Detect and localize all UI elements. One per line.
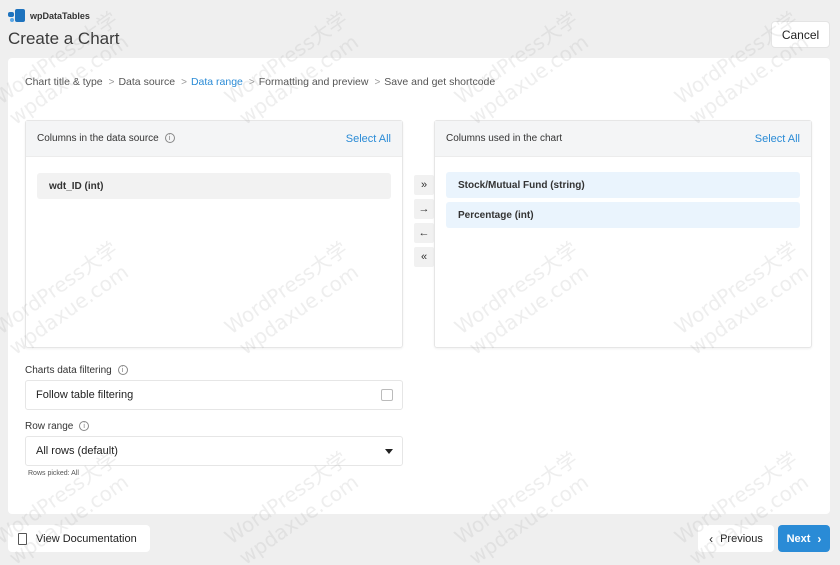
breadcrumb: Chart title & type > Data source > Data … [25, 76, 495, 88]
info-icon[interactable]: i [164, 133, 175, 144]
source-column-item[interactable]: wdt_ID (int) [37, 173, 391, 199]
view-documentation-label: View Documentation [36, 532, 137, 545]
chart-panel-header: Columns used in the chart Select All [435, 121, 811, 157]
follow-table-filtering-field[interactable]: Follow table filtering [25, 380, 403, 410]
source-panel-title: Columns in the data source [37, 133, 159, 144]
rows-picked-hint: Rows picked: All [28, 470, 79, 477]
wizard-card: Chart title & type > Data source > Data … [8, 58, 830, 514]
logo-text: wpDataTables [30, 11, 90, 21]
step-formatting-preview[interactable]: Formatting and preview [259, 76, 369, 88]
remove-all-columns-button[interactable]: « [414, 247, 434, 267]
source-select-all-link[interactable]: Select All [346, 133, 391, 145]
filtering-label: Charts data filtering [25, 365, 112, 376]
caret-down-icon [385, 448, 393, 454]
remove-column-button[interactable]: ← [414, 223, 434, 243]
row-range-label-row: Row range i [25, 421, 90, 432]
chevron-right-icon: > [374, 76, 381, 88]
chart-panel-title: Columns used in the chart [446, 133, 563, 144]
step-data-range[interactable]: Data range [191, 76, 243, 88]
row-range-selected-value: All rows (default) [36, 445, 118, 457]
chart-column-item[interactable]: Stock/Mutual Fund (string) [446, 172, 800, 198]
document-icon [18, 532, 27, 545]
cancel-button[interactable]: Cancel [771, 21, 830, 48]
chevron-left-icon: ‹ [709, 531, 714, 546]
step-save-shortcode[interactable]: Save and get shortcode [384, 76, 495, 88]
next-label: Next [786, 532, 811, 545]
info-icon[interactable]: i [79, 421, 90, 432]
add-all-columns-button[interactable]: » [414, 175, 434, 195]
wpdatatables-logo-icon [8, 9, 26, 23]
chevron-right-icon: > [108, 76, 115, 88]
next-button[interactable]: Next › [778, 525, 830, 552]
chart-columns-panel: Columns used in the chart Select All Sto… [434, 120, 812, 348]
previous-button[interactable]: ‹ Previous [698, 525, 774, 552]
view-documentation-button[interactable]: View Documentation [8, 525, 150, 552]
chart-select-all-link[interactable]: Select All [755, 133, 800, 145]
add-column-button[interactable]: → [414, 199, 434, 219]
page-title: Create a Chart [8, 29, 120, 48]
chevron-right-icon: › [817, 531, 822, 546]
step-data-source[interactable]: Data source [118, 76, 175, 88]
row-range-label: Row range [25, 421, 74, 432]
info-icon[interactable]: i [117, 365, 128, 376]
filtering-label-row: Charts data filtering i [25, 365, 128, 376]
follow-table-filtering-label: Follow table filtering [36, 389, 134, 401]
app-logo: wpDataTables [8, 9, 90, 23]
follow-table-filtering-checkbox[interactable] [381, 389, 393, 401]
chart-column-item[interactable]: Percentage (int) [446, 202, 800, 228]
source-panel-header: Columns in the data source i Select All [26, 121, 402, 157]
chevron-right-icon: > [181, 76, 187, 88]
row-range-select[interactable]: All rows (default) [25, 436, 403, 466]
source-columns-panel: Columns in the data source i Select All … [25, 120, 403, 348]
chevron-right-icon: > [248, 76, 255, 88]
step-chart-title-type[interactable]: Chart title & type [25, 76, 103, 88]
previous-label: Previous [720, 532, 763, 545]
